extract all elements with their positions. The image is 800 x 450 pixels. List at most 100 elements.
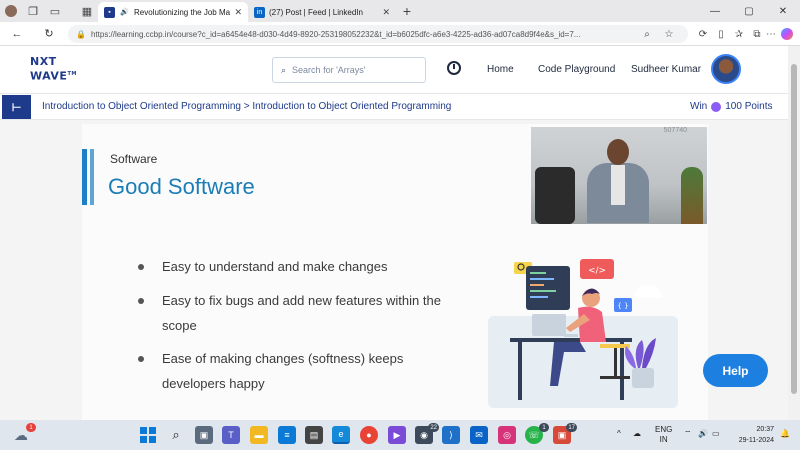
bullet-item: Easy to fix bugs and add new features wi… (138, 288, 462, 338)
store-icon[interactable]: ▤ (305, 426, 323, 444)
clock-date: 29-11-2024 (738, 437, 774, 444)
language-code: ENG (655, 425, 673, 434)
breadcrumb[interactable]: Introduction to Object Oriented Programm… (42, 101, 451, 112)
lock-icon[interactable]: 🔒 (76, 30, 86, 39)
teams-icon[interactable]: T (222, 426, 240, 444)
chair-shape (535, 167, 575, 224)
url-field[interactable]: 🔒 https://learning.ccbp.in/course?c_id=a… (68, 25, 688, 43)
instructor-video[interactable]: 507740 (531, 127, 707, 224)
region-code: IN (659, 435, 668, 444)
close-tab-icon[interactable]: ✕ (382, 7, 390, 18)
taskbar-search-icon[interactable]: ⌕ (167, 426, 185, 444)
refresh-icon[interactable]: ↻ (38, 23, 60, 45)
logo-line1: NXT (30, 55, 57, 68)
bullet-item: Ease of making changes (softness) keeps … (138, 346, 462, 396)
nav-home-link[interactable]: Home (487, 64, 514, 75)
slide-title: Good Software (108, 174, 255, 199)
pinned-tab-icon[interactable]: ▦ (76, 0, 98, 22)
language-indicator[interactable]: ENG IN (655, 425, 672, 445)
favorite-star-icon[interactable]: ☆ (660, 25, 678, 43)
notifications-icon[interactable]: 🔔 (780, 429, 790, 438)
app-badge: 22 (428, 423, 439, 432)
search-input[interactable]: ⌕ Search for 'Arrays' (272, 57, 426, 83)
system-clock[interactable]: 20:37 29-11-2024 (732, 424, 774, 446)
profile-avatar-icon[interactable] (0, 0, 22, 22)
extensions-icon[interactable]: ⟳ (694, 25, 712, 43)
bullet-dot-icon (138, 264, 144, 270)
notepad-icon[interactable]: ≡ (278, 426, 296, 444)
help-button[interactable]: Help (703, 354, 768, 387)
tab-actions-icon[interactable]: ▭ (44, 0, 66, 22)
site-header: NXT WAVETM ⌕ Search for 'Arrays' Home Co… (0, 46, 788, 94)
recording-app-icon[interactable]: ▣ 17 (553, 423, 577, 444)
back-arrow-icon[interactable]: ← (6, 23, 28, 45)
bullet-item: Easy to understand and make changes (138, 254, 462, 279)
split-screen-icon[interactable]: ▯ (712, 25, 730, 43)
show-hidden-icons-icon[interactable]: ^ (617, 429, 621, 438)
bullet-dot-icon (138, 356, 144, 362)
logo-line2: WAVE (30, 69, 68, 83)
sidebar-toggle-button[interactable]: ⊢ (2, 95, 31, 119)
tab-ccbp[interactable]: ▪ 🔊 Revolutionizing the Job Mar ✕ (98, 2, 248, 22)
win-points: Win 100 Points (690, 101, 773, 112)
bullet-dot-icon (138, 298, 144, 304)
bullet-text: Ease of making changes (softness) keeps … (162, 351, 404, 391)
whatsapp-badge: 1 (539, 423, 549, 432)
points-label: 100 Points (725, 101, 773, 112)
user-name[interactable]: Sudheer Kumar (631, 64, 701, 75)
svg-text:{ }: { } (617, 302, 628, 310)
workspaces-icon[interactable]: ❐ (22, 0, 44, 22)
minimize-icon[interactable]: — (698, 0, 732, 22)
recording-badge: 17 (566, 423, 577, 432)
title-accent-bar (82, 149, 94, 205)
tab-linkedin[interactable]: in (27) Post | Feed | LinkedIn ✕ (248, 2, 396, 22)
search-icon: ⌕ (281, 64, 287, 75)
weather-badge: 1 (26, 423, 36, 432)
file-explorer-icon[interactable]: ▬ (250, 426, 268, 444)
wifi-icon[interactable]: ⌔ (684, 429, 692, 439)
developer-illustration-svg: </> { } (488, 259, 678, 408)
onedrive-cloud-icon[interactable]: ☁ (633, 429, 641, 438)
close-tab-icon[interactable]: ✕ (234, 7, 242, 18)
close-window-icon[interactable]: ✕ (766, 0, 800, 22)
vscode-icon[interactable]: ⟩ (442, 426, 460, 444)
whatsapp-icon[interactable]: ☏ 1 (525, 423, 549, 444)
search-icon[interactable]: ⌕ (638, 25, 656, 43)
nav-code-playground-link[interactable]: Code Playground (538, 64, 615, 75)
start-windows-icon[interactable] (139, 426, 157, 444)
task-view-icon[interactable]: ▣ (195, 426, 213, 444)
developer-illustration: </> { } (488, 256, 678, 408)
timer-icon[interactable] (447, 61, 461, 75)
bullet-text: Easy to understand and make changes (162, 259, 388, 274)
volume-icon[interactable]: 🔊 (698, 429, 708, 438)
windows-taskbar: ☁ 1 ⌕ ▣ T ▬ ≡ ▤ e ● ▶ ◉ 22 ⟩ ✉ ◎ ☏ 1 ▣ 17 ^ … (0, 420, 800, 450)
audio-playing-icon[interactable]: 🔊 (119, 7, 130, 18)
course-subheader: ⊢ Introduction to Object Oriented Progra… (0, 94, 788, 120)
user-avatar[interactable] (711, 54, 741, 84)
copilot-icon[interactable] (778, 25, 796, 43)
mail-icon[interactable]: ✉ (470, 426, 488, 444)
edge-icon[interactable]: e (332, 426, 350, 444)
slide-kicker: Software (110, 152, 158, 166)
chrome-icon[interactable]: ● (360, 426, 378, 444)
logo-tm: TM (67, 71, 77, 77)
scrollbar-thumb[interactable] (791, 64, 797, 394)
video-watermark-number: 507740 (663, 127, 687, 134)
ccbp-favicon: ▪ (104, 6, 115, 18)
app-icon[interactable]: ◉ 22 (415, 423, 439, 444)
plant-shape (681, 167, 703, 224)
linkedin-favicon: in (254, 6, 265, 18)
address-bar-row: ← ↻ 🔒 https://learning.ccbp.in/course?c_… (0, 22, 800, 46)
new-tab-button[interactable]: + (396, 0, 418, 22)
nxtwave-logo[interactable]: NXT WAVETM (30, 56, 77, 83)
favorites-icon[interactable]: ✰ (730, 25, 748, 43)
page-scrollbar[interactable] (788, 46, 800, 420)
svg-text:</>: </> (588, 266, 606, 276)
battery-icon[interactable]: ▭ (712, 429, 720, 438)
instagram-icon[interactable]: ◎ (498, 426, 516, 444)
media-app-icon[interactable]: ▶ (388, 426, 406, 444)
maximize-icon[interactable]: ▢ (732, 0, 766, 22)
points-coin-icon (711, 101, 722, 112)
search-placeholder: Search for 'Arrays' (292, 65, 366, 75)
weather-icon[interactable]: ☁ 1 (12, 423, 36, 444)
